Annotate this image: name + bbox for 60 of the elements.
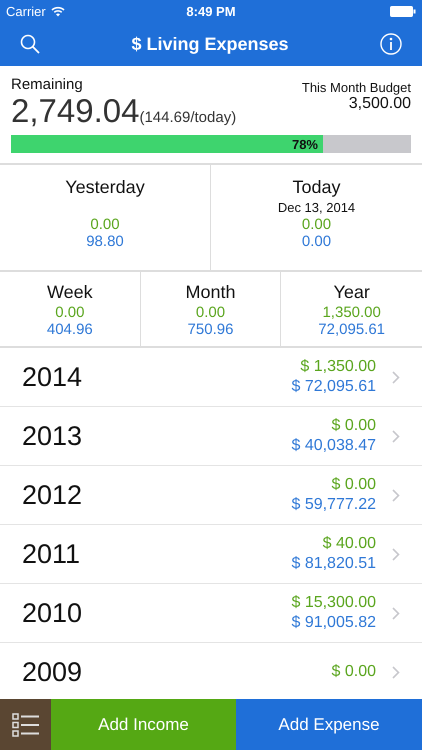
income-amount: 0.00 — [300, 216, 332, 233]
expense-amount: 98.80 — [85, 233, 125, 250]
period-label: Today — [291, 176, 342, 199]
income-amount: $ 40.00 — [322, 534, 376, 554]
list-icon — [12, 712, 40, 736]
period-label: Month — [184, 281, 236, 304]
expense-amount: 404.96 — [46, 321, 94, 338]
year-label: 2009 — [22, 656, 84, 688]
expense-amount: $ 40,038.47 — [291, 436, 376, 456]
chevron-icon — [392, 430, 400, 442]
budget-label: This Month Budget — [302, 80, 411, 95]
chevron-icon — [392, 606, 400, 620]
year-label: 2012 — [22, 480, 84, 510]
info-icon[interactable] — [380, 33, 402, 55]
income-amount: 0.00 — [194, 304, 226, 321]
chevron-icon — [392, 548, 400, 560]
income-amount: $ 0.00 — [330, 416, 376, 436]
add-expense-button[interactable]: Add Expense — [236, 699, 422, 750]
year-label: 2010 — [22, 598, 84, 628]
chevron-icon — [392, 666, 400, 678]
date-label: Dec 13, 2014 — [276, 199, 356, 216]
income-amount: $ 15,300.00 — [291, 593, 376, 613]
daily-amount: (144.69/today) — [139, 109, 236, 126]
year-row[interactable]: 2013 $ 0.00 $ 40,038.47 — [0, 407, 422, 466]
year-label: 2014 — [22, 362, 84, 392]
expense-amount: $ 72,095.61 — [291, 377, 376, 397]
income-amount: $ 0.00 — [332, 662, 376, 682]
carrier-label: Carrier — [6, 4, 46, 18]
chevron-icon — [392, 370, 400, 384]
wifi-icon — [50, 6, 65, 16]
expense-amount: $ 81,820.51 — [291, 554, 376, 574]
expense-amount: 0.00 — [300, 233, 332, 250]
search-icon[interactable] — [20, 34, 40, 54]
year-row[interactable]: 2010 $ 15,300.00 $ 91,005.82 — [0, 584, 422, 643]
period-label: Yesterday — [64, 176, 146, 199]
income-amount: 0.00 — [89, 216, 121, 233]
remaining-amount: 2,749.04 — [11, 93, 140, 129]
period-label: Year — [332, 281, 371, 304]
income-amount: 0.00 — [54, 304, 86, 321]
year-row[interactable]: 2012 $ 0.00 $ 59,777.22 — [0, 466, 422, 525]
period-label: Week — [46, 281, 94, 304]
expense-amount: 750.96 — [186, 321, 234, 338]
window-title: $ Living Expenses — [131, 34, 289, 54]
income-amount: $ 1,350.00 — [299, 357, 376, 377]
income-amount: $ 0.00 — [330, 475, 376, 495]
income-amount: 1,350.00 — [321, 304, 382, 321]
year-row[interactable]: 2011 $ 40.00 $ 81,820.51 — [0, 525, 422, 584]
battery-icon — [390, 6, 416, 16]
expense-amount: $ 91,005.82 — [291, 613, 376, 633]
remaining-label: Remaining — [11, 76, 84, 93]
status-time: 8:49 PM — [186, 4, 236, 18]
budget-amount: 3,500.00 — [348, 95, 411, 113]
percent-label: 78% — [292, 136, 319, 152]
expense-amount: 72,095.61 — [317, 321, 386, 338]
year-label: 2011 — [22, 538, 82, 570]
chevron-icon — [392, 488, 400, 502]
list-button[interactable] — [0, 699, 51, 750]
expense-amount: $ 59,777.22 — [291, 495, 376, 515]
year-row[interactable]: 2014 $ 1,350.00 $ 72,095.61 — [0, 348, 422, 407]
year-label: 2013 — [22, 420, 84, 452]
